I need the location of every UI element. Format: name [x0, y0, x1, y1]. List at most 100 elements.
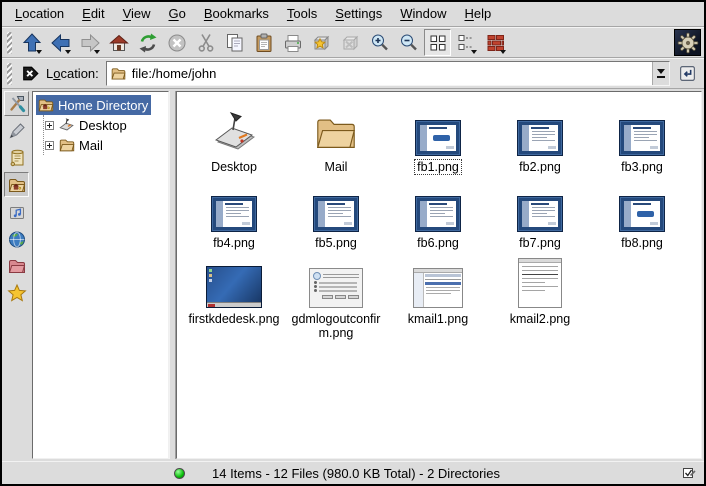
file-item-fb8.png[interactable]: fb8.png: [591, 180, 693, 251]
scissors-icon: [195, 32, 217, 54]
icon-view-button[interactable]: [424, 29, 451, 56]
folder-tree-panel: Home DirectoryDesktopMail: [32, 91, 169, 459]
go-button[interactable]: [674, 60, 701, 87]
tree-item-desktop[interactable]: Desktop: [45, 115, 167, 135]
new-items-button[interactable]: [308, 29, 335, 56]
stop-icon: [166, 32, 188, 54]
menu-window[interactable]: Window: [391, 2, 455, 26]
file-icon: [619, 104, 665, 156]
menu-help[interactable]: Help: [456, 2, 501, 26]
file-item-fb1.png[interactable]: fb1.png: [387, 104, 489, 175]
sidebar-tab-history[interactable]: [4, 145, 29, 170]
menu-go[interactable]: Go: [160, 2, 195, 26]
locationbar-grip[interactable]: [7, 63, 12, 85]
expander-plus-icon[interactable]: [45, 141, 54, 150]
back-button[interactable]: [47, 29, 74, 56]
file-label: fb2.png: [516, 159, 564, 175]
panel-splitter[interactable]: [169, 91, 176, 459]
file-label: gdmlogoutconfirm.png: [287, 311, 385, 341]
home-icon: [108, 32, 130, 54]
file-item-gdmlogoutconfirm.png[interactable]: gdmlogoutconfirm.png: [285, 256, 387, 341]
screenshot-thumbnail: [518, 258, 562, 308]
pencil-icon: [7, 121, 27, 141]
menu-tools[interactable]: Tools: [278, 2, 326, 26]
zoom-out-icon: [398, 32, 420, 54]
file-item-fb3.png[interactable]: fb3.png: [591, 104, 693, 175]
file-item-mail[interactable]: Mail: [285, 104, 387, 175]
file-item-fb2.png[interactable]: fb2.png: [489, 104, 591, 175]
sidebar-tab-home-directory[interactable]: [4, 172, 29, 197]
detailed-list-view-button[interactable]: [482, 29, 509, 56]
file-item-fb4.png[interactable]: fb4.png: [183, 180, 285, 251]
toolbar-buttons: [17, 28, 510, 57]
kde-gear-icon[interactable]: [674, 29, 701, 56]
bookmarks-star-icon: [7, 283, 27, 303]
linked-view-checkbox-icon[interactable]: [682, 466, 696, 480]
dropdown-marker-icon: [36, 50, 42, 54]
menu-view[interactable]: View: [114, 2, 160, 26]
file-item-desktop[interactable]: Desktop: [183, 104, 285, 175]
screenshot-thumbnail: [309, 268, 363, 308]
reload-button[interactable]: [134, 29, 161, 56]
file-item-fb5.png[interactable]: fb5.png: [285, 180, 387, 251]
network-globe-icon: [7, 229, 27, 249]
tree-item-mail[interactable]: Mail: [45, 135, 167, 155]
sidebar-tab-pencil[interactable]: [4, 118, 29, 143]
screenshot-thumbnail: [415, 196, 461, 232]
status-text: 14 Items - 12 Files (980.0 KB Total) - 2…: [212, 466, 500, 481]
tree-view-button[interactable]: [453, 29, 480, 56]
paste-button[interactable]: [250, 29, 277, 56]
file-icon: [415, 104, 461, 156]
print-button[interactable]: [279, 29, 306, 56]
up-button[interactable]: [18, 29, 45, 56]
zoom-out-button[interactable]: [395, 29, 422, 56]
desktop-mini-icon: [58, 116, 76, 134]
sidebar-tab-services[interactable]: [4, 199, 29, 224]
paste-icon: [253, 32, 275, 54]
main-toolbar: [2, 27, 704, 58]
cut-button[interactable]: [192, 29, 219, 56]
file-icon: [313, 104, 359, 156]
zoom-in-icon: [369, 32, 391, 54]
menu-bookmarks[interactable]: Bookmarks: [195, 2, 278, 26]
combo-dropdown-arrow[interactable]: [652, 62, 669, 85]
menu-edit[interactable]: Edit: [73, 2, 113, 26]
tree-item-home-directory[interactable]: Home Directory: [36, 95, 167, 115]
copy-button[interactable]: [221, 29, 248, 56]
boxes-x-icon: [340, 32, 362, 54]
zoom-in-button[interactable]: [366, 29, 393, 56]
screenshot-thumbnail: [413, 268, 463, 308]
location-combobox[interactable]: file:/home/john: [106, 61, 670, 86]
file-icon: [517, 180, 563, 232]
file-item-fb6.png[interactable]: fb6.png: [387, 180, 489, 251]
tree-children: DesktopMail: [43, 115, 167, 155]
file-label: fb4.png: [210, 235, 258, 251]
file-icon: [206, 256, 262, 308]
location-value[interactable]: file:/home/john: [132, 66, 652, 81]
toolbar-grip[interactable]: [7, 32, 12, 54]
printer-icon: [282, 32, 304, 54]
home-folder-icon: [7, 175, 27, 195]
file-label: kmail1.png: [405, 311, 471, 327]
sidebar-tab-network[interactable]: [4, 226, 29, 251]
home-button[interactable]: [105, 29, 132, 56]
file-item-fb7.png[interactable]: fb7.png: [489, 180, 591, 251]
folder-icon: [58, 136, 76, 154]
sidebar-tab-configure[interactable]: [4, 91, 29, 116]
screenshot-thumbnail: [517, 120, 563, 156]
statusbar-spacer: [2, 462, 174, 484]
sidebar-tab-root-directory[interactable]: [4, 253, 29, 278]
file-label: fb7.png: [516, 235, 564, 251]
file-label: fb5.png: [312, 235, 360, 251]
file-item-kmail1.png[interactable]: kmail1.png: [387, 256, 489, 341]
menu-settings[interactable]: Settings: [326, 2, 391, 26]
copy-icon: [224, 32, 246, 54]
sidebar-tab-bookmarks[interactable]: [4, 280, 29, 305]
clear-location-button[interactable]: [17, 60, 44, 87]
file-item-firstkdedesk.png[interactable]: firstkdedesk.png: [183, 256, 285, 341]
expander-plus-icon[interactable]: [45, 121, 54, 130]
sidebar-tab-strip: [4, 91, 30, 459]
file-item-kmail2.png[interactable]: kmail2.png: [489, 256, 591, 341]
file-icon: [210, 104, 258, 156]
menu-location[interactable]: Location: [6, 2, 73, 26]
